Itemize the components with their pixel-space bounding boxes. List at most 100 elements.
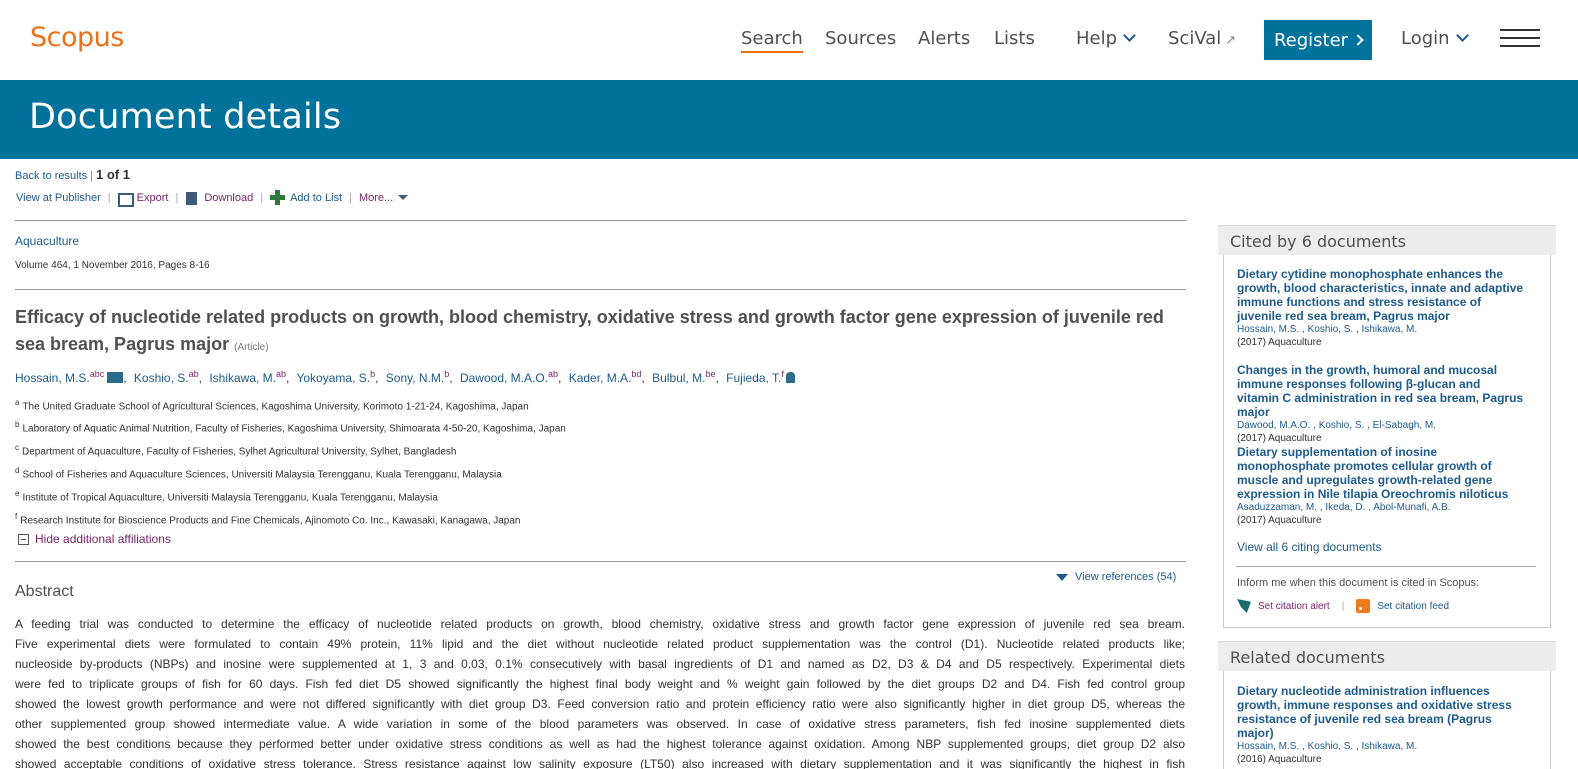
divider	[15, 561, 1186, 562]
register-label: Register	[1273, 29, 1349, 51]
affiliation-item: c Department of Aquaculture, Faculty of F…	[15, 443, 456, 457]
abstract-line: showed acceptable conditions of oxidativ…	[15, 757, 1185, 769]
related-author-link[interactable]: Koshio, S.	[1308, 741, 1354, 752]
export-label: Export	[136, 191, 169, 204]
author-link[interactable]: Sony, N.M.b	[386, 369, 449, 385]
author-name: Bulbul, M.	[652, 371, 706, 385]
citing-author-link[interactable]: Koshio, S.	[1308, 324, 1354, 335]
citing-year: (2017)	[1237, 515, 1266, 526]
document-actions: View at Publisher | Export | Download | …	[16, 190, 409, 207]
set-citation-feed-button[interactable]: Set citation feed	[1356, 599, 1449, 613]
view-at-publisher-link[interactable]: View at Publisher	[16, 192, 101, 204]
related-author-link[interactable]: Hossain, M.S.	[1237, 741, 1299, 752]
related-documents-panel: Related documents Dietary nucleotide adm…	[1218, 641, 1556, 769]
related-journal: Aquaculture	[1268, 754, 1322, 765]
hide-affiliations-toggle[interactable]: Hide additional affiliations	[18, 532, 171, 546]
author-link[interactable]: Hossain, M.S.abc	[15, 369, 104, 385]
author-link[interactable]: Bulbul, M.be	[652, 369, 716, 385]
page-banner: Document details	[0, 80, 1578, 159]
download-button[interactable]: Download	[185, 191, 253, 205]
set-citation-alert-button[interactable]: Set citation alert	[1237, 599, 1330, 613]
citing-year: (2017)	[1237, 433, 1266, 444]
citing-document: Dietary cytidine monophosphate enhances …	[1224, 267, 1524, 348]
author-name: Hossain, M.S.	[15, 371, 90, 385]
comma: ,	[286, 371, 290, 385]
citing-document-source: (2017) Aquaculture	[1237, 515, 1524, 526]
caret-down-icon	[398, 195, 409, 200]
citing-year: (2017)	[1237, 337, 1266, 348]
affiliation-text: Department of Aquaculture, Faculty of Fi…	[22, 446, 457, 458]
journal-link[interactable]: Aquaculture	[15, 234, 79, 248]
abstract-line: were fed to triplicate groups of fish fo…	[15, 677, 1185, 691]
nav-alerts[interactable]: Alerts	[918, 28, 970, 49]
back-to-results-link[interactable]: Back to results	[15, 170, 87, 182]
citing-document-title[interactable]: Dietary cytidine monophosphate enhances …	[1237, 267, 1524, 323]
result-count: 1 of 1	[96, 167, 130, 182]
author-affiliation-sup: be	[705, 369, 716, 379]
citing-document-title[interactable]: Dietary supplementation of inosine monop…	[1237, 445, 1524, 501]
author-affiliation-sup: ab	[188, 369, 199, 379]
author-list: Hossain, M.S.abc, Koshio, S.ab, Ishikawa…	[15, 369, 795, 385]
export-icon	[117, 192, 134, 207]
nav-help-label: Help	[1076, 28, 1118, 49]
comma: ,	[375, 371, 379, 385]
article-type: (Article)	[234, 342, 269, 353]
separator: |	[90, 170, 93, 182]
hide-affiliations-label: Hide additional affiliations	[35, 532, 171, 546]
nav-sources[interactable]: Sources	[825, 28, 896, 49]
related-author-link[interactable]: Ishikawa, M.	[1362, 741, 1418, 752]
nav-help[interactable]: Help	[1076, 28, 1136, 49]
view-references-link[interactable]: View references (54)	[1056, 571, 1176, 583]
nav-search[interactable]: Search	[741, 28, 803, 53]
register-button[interactable]: Register	[1264, 20, 1372, 60]
citing-author-link[interactable]: El-Sabagh, M.	[1373, 420, 1436, 431]
related-document-authors: Hossain, M.S. , Koshio, S. , Ishikawa, M…	[1237, 741, 1418, 752]
divider	[1236, 566, 1536, 567]
comma: ,	[641, 371, 645, 385]
add-to-list-button[interactable]: Add to List	[270, 190, 342, 205]
citing-author-link[interactable]: Asaduzzaman, M.	[1237, 502, 1317, 513]
author-link[interactable]: Kader, M.A.bd	[568, 369, 642, 385]
author-name: Dawood, M.A.O.	[459, 371, 548, 385]
citing-author-link[interactable]: Koshio, S.	[1319, 420, 1365, 431]
author-profile-icon[interactable]	[785, 372, 795, 383]
citing-document-title[interactable]: Changes in the growth, humoral and mucos…	[1237, 363, 1524, 419]
related-document-title[interactable]: Dietary nucleotide administration influe…	[1237, 684, 1524, 740]
volume-info: Volume 464, 1 November 2016, Pages 8-16	[15, 260, 210, 271]
author-name: Kader, M.A.	[568, 371, 632, 385]
author-link[interactable]: Koshio, S.ab	[134, 369, 199, 385]
chevron-down-icon	[1455, 29, 1469, 42]
citing-author-link[interactable]: Hossain, M.S.	[1237, 324, 1299, 335]
menu-icon[interactable]	[1500, 29, 1540, 49]
results-breadcrumb: Back to results | 1 of 1	[15, 167, 130, 182]
related-year: (2016)	[1237, 754, 1266, 765]
inform-text: Inform me when this document is cited in…	[1237, 577, 1480, 589]
export-button[interactable]: Export	[117, 191, 169, 207]
citing-journal: Aquaculture	[1268, 337, 1322, 348]
comma: ,	[715, 371, 719, 385]
cited-by-panel: Cited by 6 documents Dietary cytidine mo…	[1218, 225, 1556, 628]
citing-document-authors: Hossain, M.S. , Koshio, S. , Ishikawa, M…	[1237, 324, 1418, 335]
email-icon[interactable]	[107, 372, 124, 383]
more-menu-button[interactable]: More...	[359, 192, 409, 204]
nav-lists[interactable]: Lists	[994, 28, 1035, 49]
affiliation-item: f Research Institute for Bioscience Produ…	[15, 512, 521, 526]
comma: ,	[123, 371, 127, 385]
nav-scival[interactable]: SciVal ↗	[1168, 28, 1236, 49]
citing-journal: Aquaculture	[1268, 515, 1322, 526]
related-documents-heading: Related documents	[1218, 641, 1556, 671]
citing-author-link[interactable]: Ikeda, D.	[1325, 502, 1365, 513]
author-link[interactable]: Ishikawa, M.ab	[209, 369, 286, 385]
nav-login[interactable]: Login	[1401, 28, 1469, 49]
citing-journal: Aquaculture	[1268, 433, 1322, 444]
view-all-citing-link[interactable]: View all 6 citing documents	[1237, 540, 1382, 554]
author-link[interactable]: Dawood, M.A.O.ab	[459, 369, 558, 385]
author-link[interactable]: Yokoyama, S.b	[296, 369, 375, 385]
citing-author-link[interactable]: Dawood, M.A.O.	[1237, 420, 1310, 431]
author-link[interactable]: Fujieda, T.f	[726, 369, 784, 385]
comma: ,	[558, 371, 562, 385]
citing-author-link[interactable]: Ishikawa, M.	[1362, 324, 1418, 335]
scopus-logo[interactable]: Scopus	[30, 22, 124, 53]
affiliation-key: a	[15, 398, 20, 407]
citing-author-link[interactable]: Abol-Munafi, A.B.	[1373, 502, 1450, 513]
